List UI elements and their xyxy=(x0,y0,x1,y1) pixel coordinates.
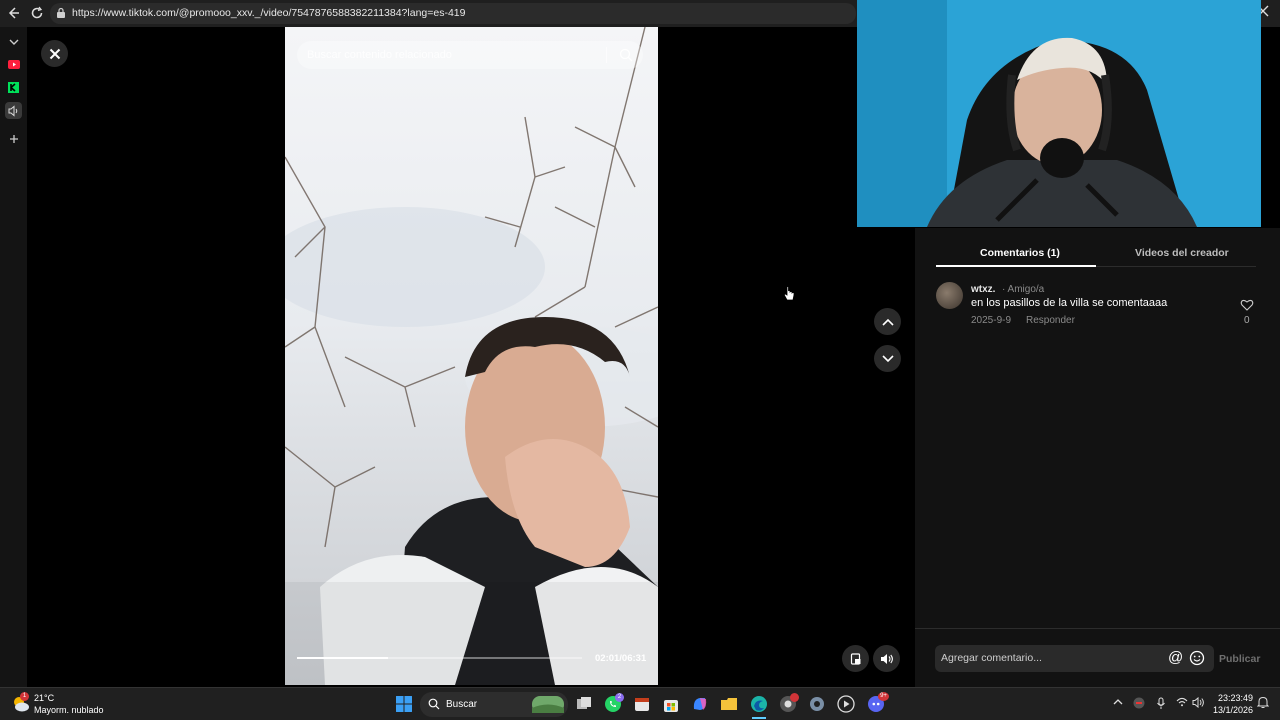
notification-icon[interactable] xyxy=(1256,696,1270,712)
close-video-button[interactable] xyxy=(41,40,68,67)
active-tab-indicator xyxy=(936,265,1096,267)
mention-icon[interactable]: @ xyxy=(1168,649,1183,666)
chevron-down-icon[interactable] xyxy=(5,33,22,50)
task-view-icon[interactable] xyxy=(575,695,593,713)
edge-icon[interactable] xyxy=(750,695,768,713)
comment-relation: · Amigo/a xyxy=(1002,284,1045,295)
weather-temperature: 21°C xyxy=(34,693,55,703)
back-icon[interactable] xyxy=(5,5,21,21)
video-player[interactable]: Buscar contenido relacionado 02:01/06:31 xyxy=(285,27,658,685)
reload-icon[interactable] xyxy=(29,5,45,21)
media-player-icon[interactable] xyxy=(837,695,855,713)
comment-username[interactable]: wtxz. xyxy=(971,284,995,295)
settings-icon[interactable] xyxy=(808,695,826,713)
plus-icon[interactable] xyxy=(5,130,22,147)
comment-input[interactable]: Agregar comentario... @ xyxy=(935,645,1214,672)
volume-tray-icon[interactable] xyxy=(1192,696,1205,711)
comment-date: 2025-9-9 xyxy=(971,315,1012,326)
whatsapp-badge: 2 xyxy=(615,693,624,702)
previous-video-button[interactable] xyxy=(874,308,901,335)
video-timecode: 02:01/06:31 xyxy=(595,653,647,664)
reply-button[interactable]: Responder xyxy=(1026,315,1075,326)
taskbar-search-label: Buscar xyxy=(446,699,478,710)
clock-date[interactable]: 13/1/2026 xyxy=(1210,705,1253,715)
kick-icon[interactable] xyxy=(5,79,22,96)
mini-player-icon xyxy=(850,652,860,665)
tray-app-icon[interactable] xyxy=(1132,696,1146,713)
volume-icon xyxy=(880,653,893,664)
search-highlight-icon xyxy=(532,696,564,713)
chrome-badge xyxy=(790,693,799,702)
copilot-icon[interactable] xyxy=(691,695,709,713)
related-search-bar[interactable]: Buscar contenido relacionado xyxy=(297,41,643,69)
comment-composer: Agregar comentario... @ Publicar xyxy=(915,628,1280,687)
avatar[interactable] xyxy=(936,282,963,309)
video-progress-bar[interactable] xyxy=(297,657,582,659)
publish-button[interactable]: Publicar xyxy=(1219,653,1260,665)
speaker-icon[interactable] xyxy=(5,102,22,119)
browser-sidebar xyxy=(0,27,27,687)
address-bar[interactable]: https://www.tiktok.com/@promooo_xxv._/vi… xyxy=(50,3,856,24)
windows-start-icon[interactable] xyxy=(395,695,413,713)
comment-item: wtxz. · Amigo/a en los pasillos de la vi… xyxy=(936,282,1266,332)
tab-comments[interactable]: Comentarios (1) xyxy=(980,247,1060,259)
volume-button[interactable] xyxy=(873,645,900,672)
url-text: https://www.tiktok.com/@promooo_xxv._/vi… xyxy=(72,7,466,19)
search-icon xyxy=(428,698,440,710)
weather-description: Mayorm. nublado xyxy=(34,705,104,715)
tab-creator-videos[interactable]: Videos del creador xyxy=(1135,247,1229,259)
webcam-feed xyxy=(857,0,1261,227)
panel-tabs: Comentarios (1) Videos del creador xyxy=(936,238,1256,267)
comments-panel: Comentarios (1) Videos del creador wtxz.… xyxy=(915,228,1280,687)
heart-icon[interactable] xyxy=(1240,298,1254,312)
youtube-icon[interactable] xyxy=(5,56,22,73)
related-search-placeholder: Buscar contenido relacionado xyxy=(307,49,452,61)
screen: https://www.tiktok.com/@promooo_xxv._/vi… xyxy=(0,0,1280,720)
like-count: 0 xyxy=(1244,315,1250,326)
clock-time[interactable]: 23:23:49 xyxy=(1213,693,1253,703)
search-divider xyxy=(606,47,607,63)
calendar-app-icon[interactable] xyxy=(633,695,651,713)
microphone-icon[interactable] xyxy=(1156,697,1166,713)
search-icon[interactable] xyxy=(619,48,633,62)
webcam-overlay xyxy=(857,0,1261,227)
close-icon xyxy=(49,48,60,59)
video-progress-fill xyxy=(297,657,389,659)
tray-overflow-icon[interactable] xyxy=(1113,697,1123,709)
comment-text: en los pasillos de la villa se comentaaa… xyxy=(971,297,1168,309)
hand-cursor-icon xyxy=(783,286,795,301)
chevron-down-icon xyxy=(881,354,894,362)
comment-input-placeholder: Agregar comentario... xyxy=(941,652,1042,664)
weather-badge: 1 xyxy=(20,692,29,701)
active-app-indicator xyxy=(752,717,766,719)
mini-player-button[interactable] xyxy=(842,645,869,672)
file-explorer-icon[interactable] xyxy=(720,695,738,713)
emoji-icon[interactable] xyxy=(1189,650,1205,666)
store-icon[interactable] xyxy=(662,695,680,713)
taskbar-search[interactable]: Buscar xyxy=(420,692,568,717)
video-frame xyxy=(285,27,658,685)
next-video-button[interactable] xyxy=(874,345,901,372)
discord-badge: 9+ xyxy=(878,692,889,701)
wifi-icon[interactable] xyxy=(1176,697,1188,710)
lock-icon xyxy=(57,7,65,18)
chevron-up-icon xyxy=(881,318,894,326)
taskbar: 1 21°C Mayorm. nublado Buscar 2 9+ 23:23… xyxy=(0,687,1280,720)
